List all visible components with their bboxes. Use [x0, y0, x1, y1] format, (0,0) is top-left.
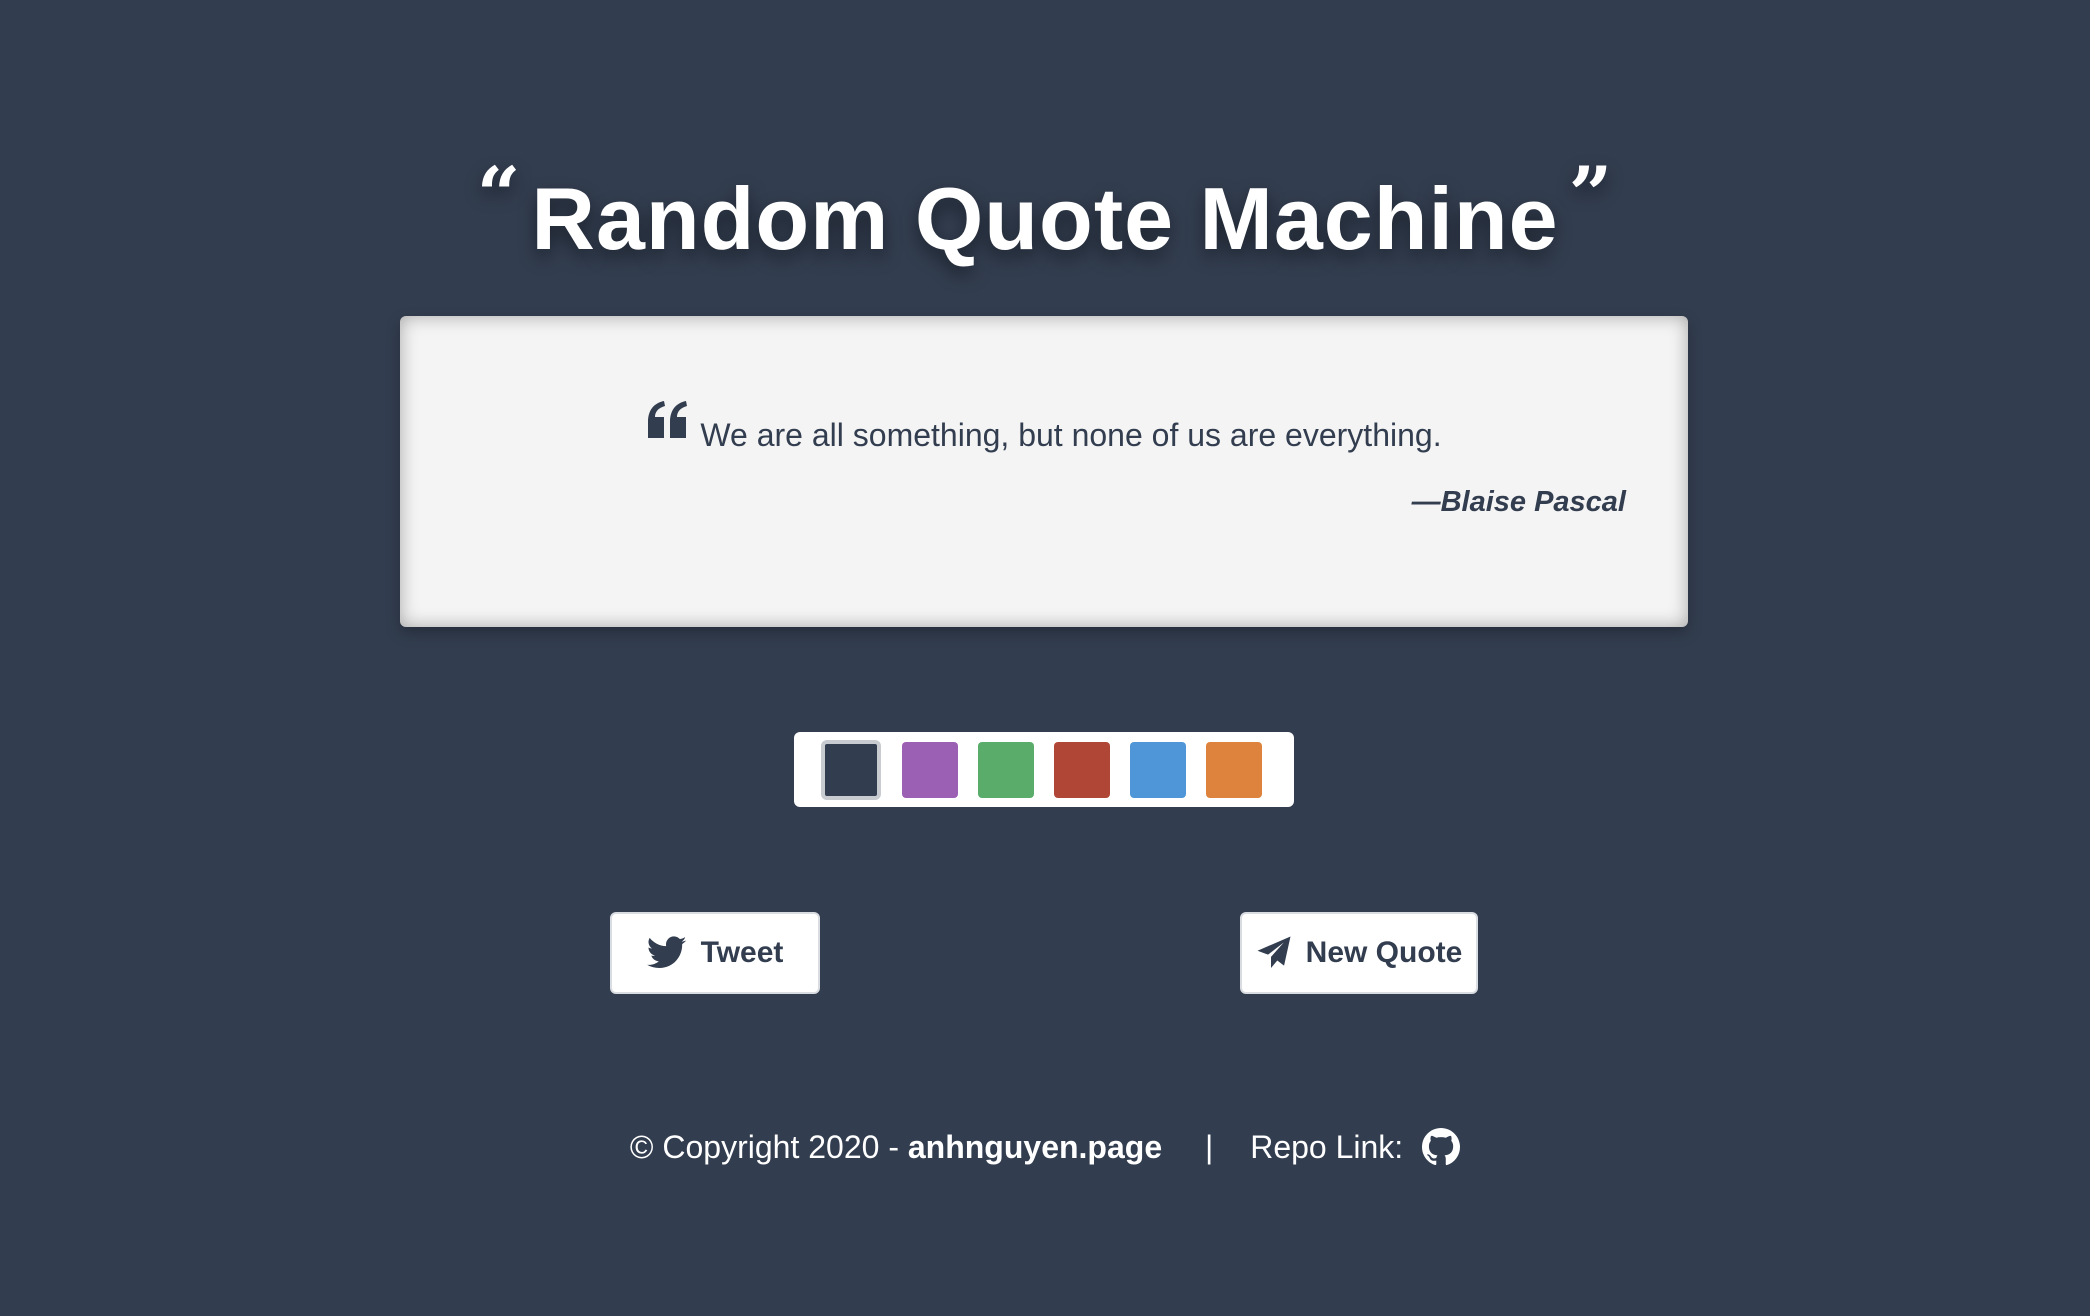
tweet-button[interactable]: Tweet: [610, 912, 820, 994]
github-icon[interactable]: [1422, 1128, 1461, 1166]
new-quote-button-label: New Quote: [1305, 936, 1463, 969]
quote-card: We are all something, but none of us are…: [400, 316, 1688, 627]
color-swatch-blue[interactable]: [1130, 742, 1186, 798]
quote-author: —Blaise Pascal: [1411, 486, 1626, 518]
color-swatch-purple[interactable]: [902, 742, 958, 798]
color-swatch-orange[interactable]: [1206, 742, 1262, 798]
page-title: “Random Quote Machine”: [0, 150, 2090, 270]
color-swatch-green[interactable]: [978, 742, 1034, 798]
page-title-text: Random Quote Machine: [531, 169, 1559, 268]
twitter-icon: [646, 936, 686, 968]
quote-text: We are all something, but none of us are…: [700, 417, 1442, 453]
copyright-text: © Copyright 2020 -: [629, 1129, 899, 1165]
site-link[interactable]: anhnguyen.page: [908, 1129, 1162, 1165]
tweet-button-label: Tweet: [700, 936, 784, 969]
color-swatch-red[interactable]: [1054, 742, 1110, 798]
quote-left-icon: [648, 401, 688, 438]
footer: © Copyright 2020 - anhnguyen.page | Repo…: [0, 1128, 2090, 1166]
color-palette: [794, 732, 1294, 807]
close-quote-mark: ”: [1568, 150, 1614, 239]
footer-separator: |: [1205, 1129, 1214, 1165]
quote-line: We are all something, but none of us are…: [400, 400, 1688, 454]
color-swatch-dark-blue[interactable]: [821, 740, 881, 800]
new-quote-button[interactable]: New Quote: [1240, 912, 1478, 994]
paper-plane-icon: [1257, 936, 1291, 968]
repo-link-label: Repo Link:: [1250, 1129, 1404, 1165]
open-quote-mark: “: [476, 150, 522, 239]
